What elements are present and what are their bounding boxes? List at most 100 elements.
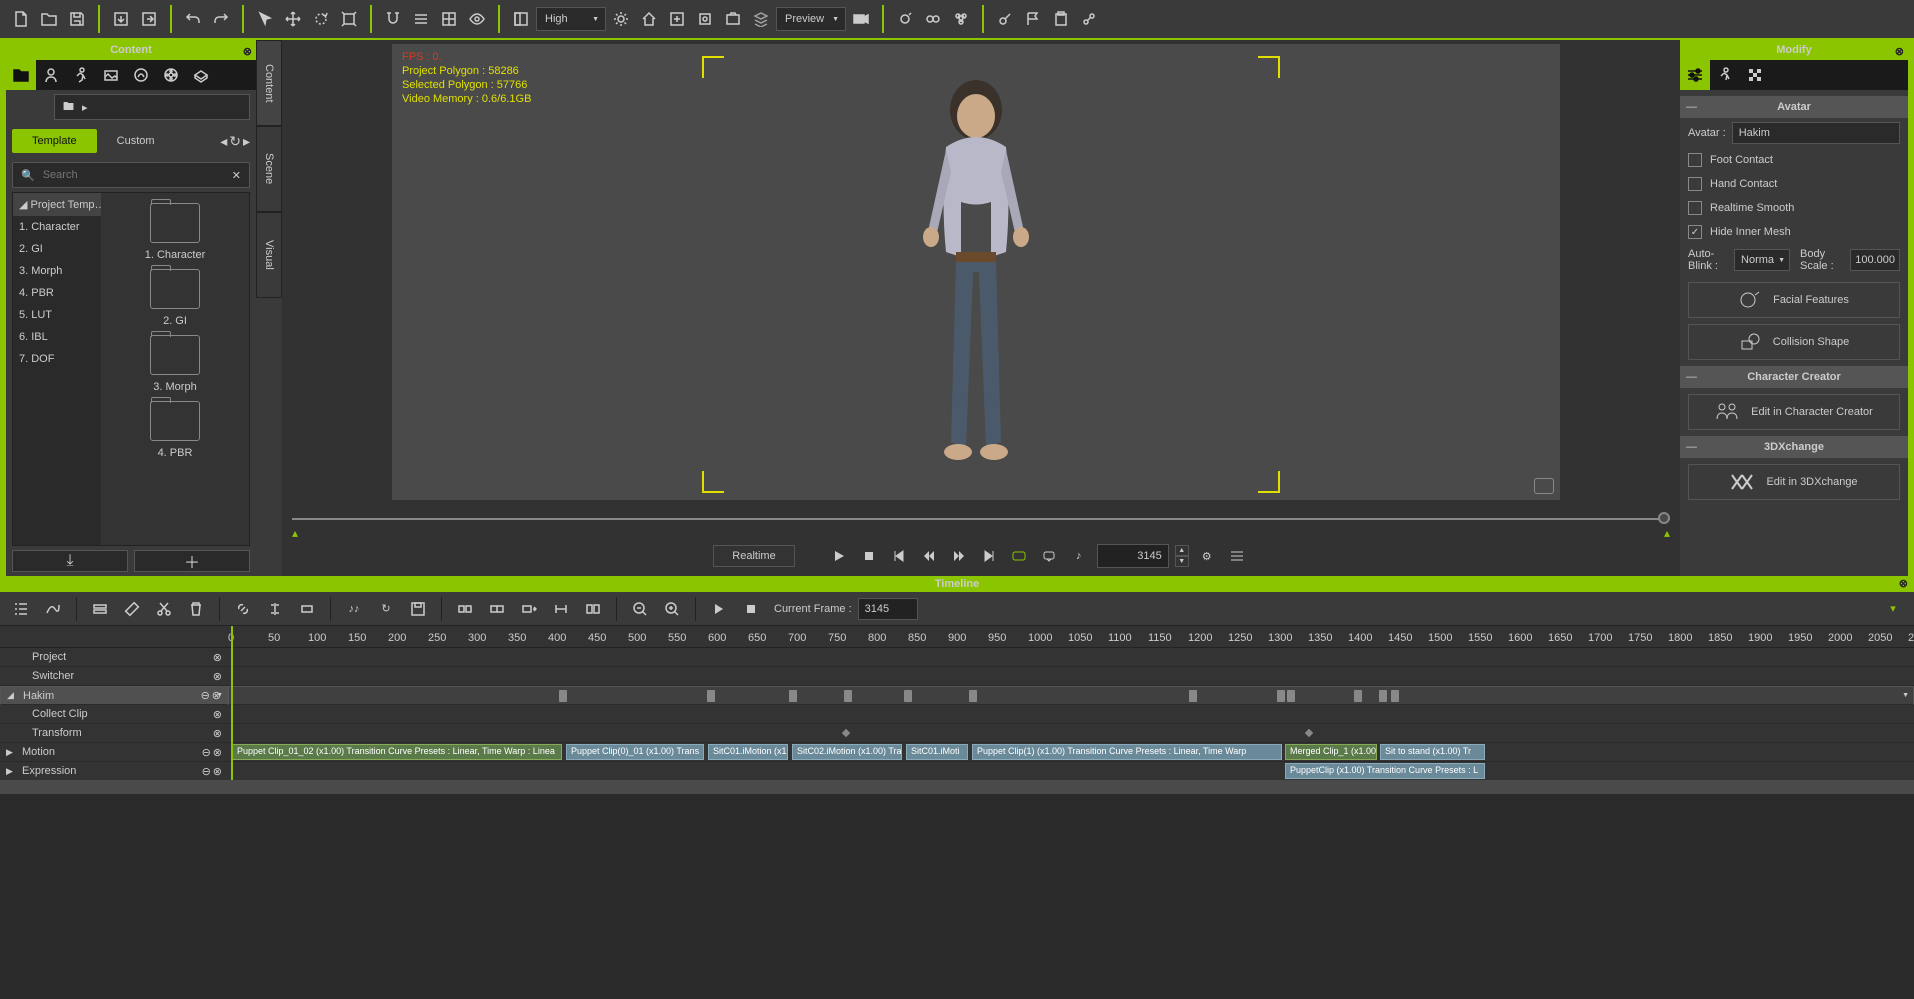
content-panel-close-icon[interactable]: ⊗ — [243, 42, 252, 62]
timeline-close-icon[interactable]: ⊗ — [1899, 576, 1908, 592]
next-frame-button[interactable] — [947, 544, 971, 568]
tl-insert-button[interactable] — [516, 596, 542, 622]
search-input[interactable] — [43, 169, 224, 181]
list-button[interactable] — [1225, 544, 1249, 568]
track-header[interactable]: Collect Clip⊗ — [0, 705, 228, 724]
tl-zoomin-button[interactable] — [659, 596, 685, 622]
modify-panel-close-icon[interactable]: ⊗ — [1895, 42, 1904, 62]
range-end-marker[interactable]: ▴ — [1664, 526, 1670, 540]
frame-down-button[interactable]: ▼ — [1175, 556, 1189, 567]
clipboard-button[interactable] — [1048, 6, 1074, 32]
keyframe[interactable] — [1189, 690, 1197, 702]
cc-section-header[interactable]: —Character Creator — [1680, 366, 1908, 388]
tree-root[interactable]: ◢ Project Temp… — [13, 193, 101, 216]
content-collapse-button[interactable]: ⤓ — [12, 550, 128, 572]
3dx-section-header[interactable]: —3DXchange — [1680, 436, 1908, 458]
content-search[interactable]: 🔍 ✕ — [12, 162, 250, 188]
expression-clip[interactable]: PuppetClip (x1.00) Transition Curve Pres… — [1285, 763, 1485, 779]
keyframe[interactable] — [1354, 690, 1362, 702]
tl-key-button[interactable] — [119, 596, 145, 622]
redo-button[interactable] — [208, 6, 234, 32]
viewport-canvas[interactable]: FPS : 0. Project Polygon : 58286 Selecte… — [392, 44, 1560, 500]
settings-button[interactable]: ⚙ — [1195, 544, 1219, 568]
record-button[interactable] — [848, 6, 874, 32]
track-header[interactable]: Switcher⊗ — [0, 667, 228, 686]
tl-stop-button[interactable] — [738, 596, 764, 622]
modify-tab-animation[interactable] — [1710, 60, 1740, 90]
playhead[interactable] — [231, 626, 233, 780]
tl-zoomout-button[interactable] — [627, 596, 653, 622]
scale-tool-button[interactable] — [336, 6, 362, 32]
flag-button[interactable] — [1020, 6, 1046, 32]
content-tab-cloud[interactable] — [186, 60, 216, 90]
tl-save-button[interactable] — [405, 596, 431, 622]
motion-clip[interactable]: Puppet Clip(1) (x1.00) Transition Curve … — [972, 744, 1282, 760]
stop-button[interactable] — [857, 544, 881, 568]
tl-refresh-button[interactable]: ↻ — [373, 596, 399, 622]
track-header[interactable]: Transform⊗ — [0, 724, 228, 743]
edit-3dx-button[interactable]: Edit in 3DXchange — [1688, 464, 1900, 500]
hide-inner-mesh-checkbox[interactable]: ✓Hide Inner Mesh — [1680, 220, 1908, 244]
track-header[interactable]: ▶Motion⊖⊗ — [0, 743, 228, 762]
tl-audio-button[interactable]: ♪♪ — [341, 596, 367, 622]
camera-view-button[interactable] — [720, 6, 746, 32]
avatar-name-input[interactable] — [1732, 122, 1900, 144]
search-clear-icon[interactable]: ✕ — [232, 169, 241, 182]
avatar-section-header[interactable]: —Avatar — [1680, 96, 1908, 118]
frame-button[interactable] — [692, 6, 718, 32]
goto-start-button[interactable] — [887, 544, 911, 568]
keyframe[interactable] — [969, 690, 977, 702]
foot-contact-checkbox[interactable]: Foot Contact — [1680, 148, 1908, 172]
tree-item[interactable]: 5. LUT — [13, 304, 101, 326]
quality-select[interactable]: High — [536, 7, 606, 31]
realtime-smooth-checkbox[interactable]: Realtime Smooth — [1680, 196, 1908, 220]
tree-item[interactable]: 3. Morph — [13, 260, 101, 282]
tl-tracklist-button[interactable] — [8, 596, 34, 622]
content-breadcrumb[interactable]: 🖿 ▸ — [54, 94, 250, 120]
motion-clip[interactable]: Puppet Clip(0)_01 (x1.00) Trans — [566, 744, 704, 760]
tl-merge-button[interactable] — [484, 596, 510, 622]
timeline-ruler[interactable]: 0501001502002503003504004505005506006507… — [228, 626, 1914, 648]
side-tab-content[interactable]: Content — [256, 40, 282, 126]
keyframe[interactable] — [789, 690, 797, 702]
folder-item[interactable]: 2. GI — [135, 269, 215, 327]
realtime-button[interactable]: Realtime — [713, 545, 794, 567]
modify-tab-attributes[interactable] — [1680, 60, 1710, 90]
play-button[interactable] — [827, 544, 851, 568]
content-tab-scene[interactable] — [96, 60, 126, 90]
content-tab-media[interactable] — [156, 60, 186, 90]
motion-clip[interactable]: SitC01.iMotion (x1 — [708, 744, 788, 760]
light-button[interactable] — [608, 6, 634, 32]
keyframe[interactable] — [904, 690, 912, 702]
import-button[interactable] — [108, 6, 134, 32]
viewport-chat-icon[interactable] — [1534, 478, 1554, 494]
tl-cut-button[interactable] — [151, 596, 177, 622]
current-frame-input[interactable] — [1097, 544, 1169, 568]
rotate-tool-button[interactable] — [308, 6, 334, 32]
visibility-button[interactable] — [464, 6, 490, 32]
physics-button[interactable] — [892, 6, 918, 32]
custom-tab[interactable]: Custom — [97, 129, 175, 153]
content-tab-motion[interactable] — [66, 60, 96, 90]
audio-button[interactable]: ♪ — [1067, 544, 1091, 568]
keyframe[interactable] — [1277, 690, 1285, 702]
layers-button[interactable] — [748, 6, 774, 32]
keyframe[interactable] — [559, 690, 567, 702]
motion-clip[interactable]: Merged Clip_1 (x1.00) Tr — [1285, 744, 1377, 760]
facial-features-button[interactable]: Facial Features — [1688, 282, 1900, 318]
side-tab-scene[interactable]: Scene — [256, 126, 282, 212]
home-button[interactable] — [636, 6, 662, 32]
keyframe[interactable] — [1391, 690, 1399, 702]
export-button[interactable] — [136, 6, 162, 32]
content-add-button[interactable]: ＋ — [134, 550, 250, 572]
tree-item[interactable]: 6. IBL — [13, 326, 101, 348]
timeline-lanes[interactable]: 0501001502002503003504004505005506006507… — [228, 626, 1914, 780]
nav-refresh-icon[interactable]: ↻ — [229, 133, 241, 150]
side-tab-visual[interactable]: Visual — [256, 212, 282, 298]
constraint-button[interactable] — [920, 6, 946, 32]
character-avatar[interactable] — [901, 72, 1051, 472]
viewport-layout-button[interactable] — [508, 6, 534, 32]
content-tab-folder[interactable] — [6, 60, 36, 90]
hand-contact-checkbox[interactable]: Hand Contact — [1680, 172, 1908, 196]
new-file-button[interactable] — [8, 6, 34, 32]
